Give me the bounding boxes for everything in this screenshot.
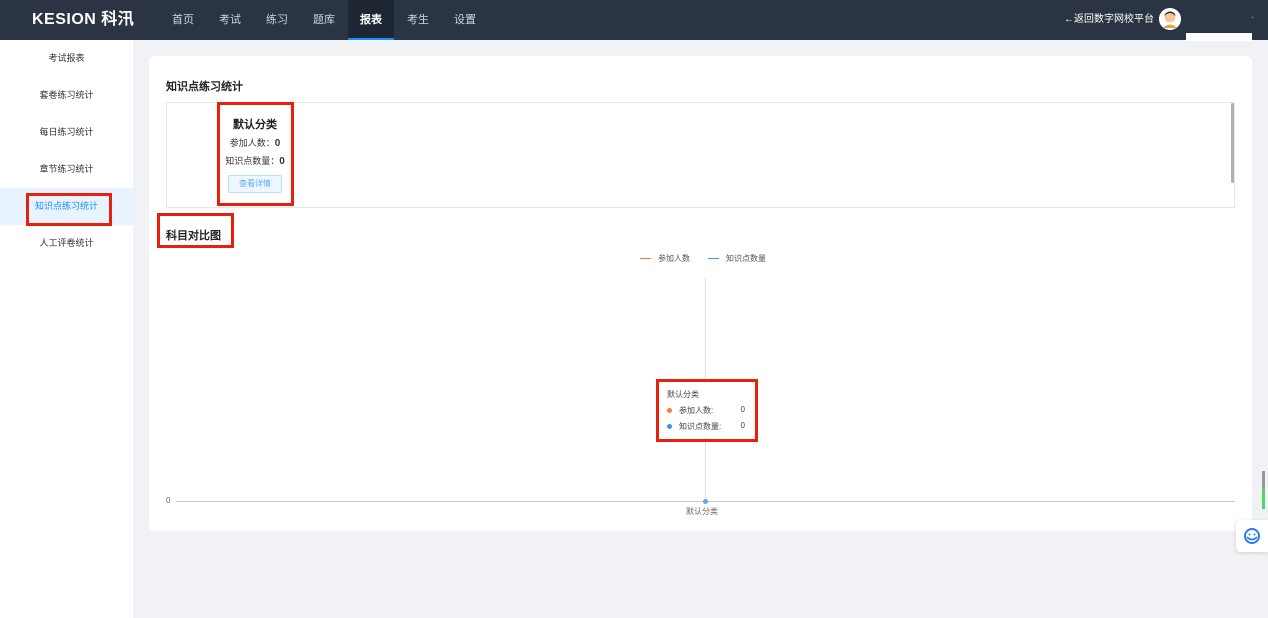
legend-knowledge-count-line (708, 258, 719, 259)
user-avatar-icon[interactable] (1159, 8, 1181, 30)
main-nav: 首页 考试 练习 题库 报表 考生 设置 (160, 0, 489, 40)
more-menu-icon[interactable]: · (1251, 12, 1254, 23)
sidebar-item-paper-practice[interactable]: 套卷练习统计 (0, 77, 133, 114)
page-title: 知识点练习统计 (166, 81, 243, 93)
legend-participants-line (640, 258, 651, 259)
user-dropdown-tab (1186, 33, 1252, 41)
tooltip-knowledge-count-value: 0 (740, 421, 745, 430)
knowledge-count-label: 知识点数量： (225, 156, 280, 166)
legend-participants[interactable]: 参加人数 (640, 253, 690, 264)
view-details-button[interactable]: 查看详情 (228, 175, 282, 193)
back-to-platform-link[interactable]: ←返回数字网校平台 (1064, 0, 1154, 40)
nav-exam[interactable]: 考试 (207, 0, 253, 40)
page-scrollbar-accent (1262, 489, 1265, 509)
tooltip-participants-dot (667, 408, 672, 414)
page-scrollbar[interactable] (1262, 471, 1265, 489)
knowledge-count-value: 0 (279, 156, 285, 167)
participants-value: 0 (274, 138, 281, 149)
tooltip-row-participants: 参加人数: 0 (667, 405, 747, 416)
knowledge-count-stat: 知识点数量：0 (220, 154, 290, 167)
help-service-button[interactable] (1236, 520, 1268, 552)
nav-question-bank[interactable]: 题库 (301, 0, 347, 40)
tooltip-title: 默认分类 (667, 390, 699, 399)
chart-section-title: 科目对比图 (166, 230, 221, 242)
tooltip-knowledge-count-label: 知识点数量: (679, 422, 722, 431)
sidebar-item-chapter-practice[interactable]: 章节练习统计 (0, 151, 133, 188)
tooltip-participants-label: 参加人数: (679, 406, 714, 415)
top-navbar: KESION 科汛 首页 考试 练习 题库 报表 考生 设置 ←返回数字网校平台… (0, 0, 1268, 41)
participants-label: 参加人数： (229, 138, 275, 148)
participants-stat: 参加人数：0 (220, 136, 290, 149)
data-point[interactable] (703, 499, 708, 504)
nav-candidates[interactable]: 考生 (395, 0, 441, 40)
sidebar-item-daily-practice[interactable]: 每日练习统计 (0, 114, 133, 151)
nav-home[interactable]: 首页 (160, 0, 206, 40)
category-stat-panel (166, 102, 1235, 208)
legend-knowledge-count-label: 知识点数量 (726, 254, 766, 263)
legend-participants-label: 参加人数 (658, 254, 690, 263)
tooltip-knowledge-count-dot (667, 424, 672, 430)
nav-practice[interactable]: 练习 (254, 0, 300, 40)
sidebar-item-exam-report[interactable]: 考试报表 (0, 40, 133, 77)
legend-knowledge-count[interactable]: 知识点数量 (708, 253, 766, 264)
x-tick-label: 默认分类 (686, 507, 718, 516)
report-sidebar: 考试报表 套卷练习统计 每日练习统计 章节练习统计 知识点练习统计 人工评卷统计 (0, 40, 133, 618)
nav-settings[interactable]: 设置 (442, 0, 488, 40)
tooltip-row-knowledge-count: 知识点数量: 0 (667, 421, 747, 432)
panel-scrollbar[interactable] (1231, 103, 1234, 183)
sidebar-item-knowledge-practice[interactable]: 知识点练习统计 (0, 188, 133, 225)
nav-reports[interactable]: 报表 (348, 0, 394, 40)
brand-logo[interactable]: KESION 科汛 (32, 0, 134, 40)
customer-service-icon (1244, 528, 1260, 544)
tooltip-participants-value: 0 (740, 405, 745, 414)
y-tick-label: 0 (166, 496, 171, 505)
sidebar-item-manual-grading[interactable]: 人工评卷统计 (0, 225, 133, 262)
category-name: 默认分类 (233, 119, 277, 131)
